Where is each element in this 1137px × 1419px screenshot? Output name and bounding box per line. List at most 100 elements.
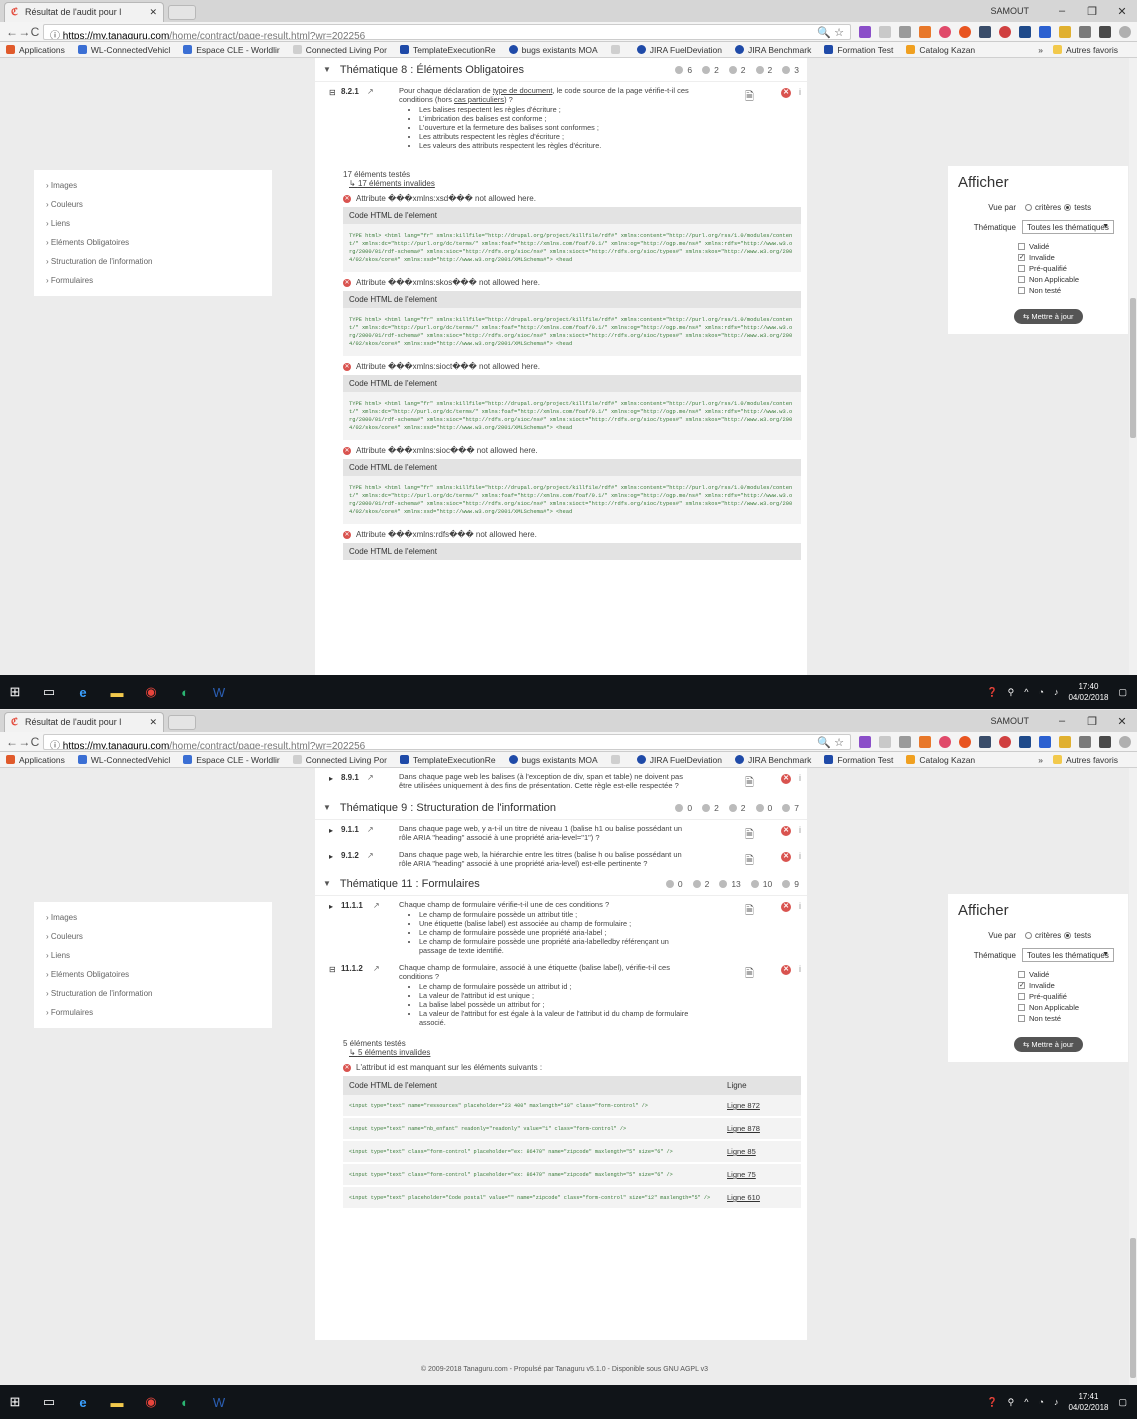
extension-icon[interactable] bbox=[898, 25, 911, 38]
update-button[interactable]: ⇆ Mettre à jour bbox=[1014, 1037, 1083, 1052]
document-icon[interactable]: 🗎 bbox=[745, 88, 754, 107]
bookmark-item[interactable]: bugs existants MOA bbox=[508, 755, 598, 765]
collapse-criterion-icon[interactable]: ⊟ bbox=[329, 965, 336, 974]
nav-item-elements-obligatoires[interactable]: › Eléments Obligatoires bbox=[34, 965, 272, 984]
check-valide[interactable]: Validé bbox=[1018, 242, 1118, 251]
bookmark-item[interactable]: WL-ConnectedVehicl bbox=[77, 45, 170, 55]
bookmark-item[interactable]: Applications bbox=[6, 45, 65, 55]
profile-name[interactable]: SAMOUT bbox=[990, 6, 1029, 16]
radio-criteres[interactable] bbox=[1025, 932, 1032, 939]
bookmark-item[interactable]: WL-ConnectedVehicl bbox=[77, 755, 170, 765]
bookmark-item[interactable]: JIRA Benchmark bbox=[735, 45, 811, 55]
reload-icon[interactable]: C bbox=[31, 735, 43, 749]
extension-icon[interactable] bbox=[958, 25, 971, 38]
url-input[interactable]: ⓘ https://my.tanaguru.com/home/contract/… bbox=[42, 23, 851, 40]
nav-item-structuration[interactable]: › Structuration de l'information bbox=[34, 252, 272, 271]
notifications-icon[interactable]: ▢ bbox=[1118, 687, 1127, 698]
checkbox[interactable] bbox=[1018, 1015, 1025, 1022]
checkbox[interactable] bbox=[1018, 971, 1025, 978]
network-icon[interactable]: ◔ bbox=[1039, 687, 1044, 697]
people-icon[interactable]: ⚲ bbox=[1008, 687, 1015, 698]
bookmark-item[interactable]: Formation Test bbox=[824, 755, 893, 765]
extension-icon[interactable] bbox=[1038, 735, 1051, 748]
check-non-applicable[interactable]: Non Applicable bbox=[1018, 1003, 1118, 1012]
glossary-link[interactable]: type de document bbox=[493, 86, 553, 95]
info-icon[interactable]: ⓘ bbox=[50, 741, 60, 749]
checkbox-checked[interactable]: ✓ bbox=[1018, 254, 1025, 261]
extension-icon[interactable] bbox=[1098, 25, 1111, 38]
line-link[interactable]: Ligne 85 bbox=[721, 1140, 801, 1164]
nav-item-images[interactable]: › Images bbox=[34, 908, 272, 927]
external-link-icon[interactable]: ↗ bbox=[373, 901, 380, 910]
nav-item-elements-obligatoires[interactable]: › Eléments Obligatoires bbox=[34, 233, 272, 252]
checkbox[interactable] bbox=[1018, 276, 1025, 283]
bookmark-item[interactable] bbox=[610, 45, 624, 54]
check-non-teste[interactable]: Non testé bbox=[1018, 1014, 1118, 1023]
nav-item-liens[interactable]: › Liens bbox=[34, 214, 272, 233]
document-icon[interactable]: 🗎 bbox=[745, 902, 754, 921]
tab-close-icon[interactable]: ✕ bbox=[149, 7, 157, 18]
bookmark-item[interactable]: TemplateExecutionRe bbox=[399, 755, 496, 765]
info-icon[interactable]: i bbox=[799, 825, 801, 835]
radio-tests[interactable] bbox=[1064, 204, 1072, 211]
reload-icon[interactable]: C bbox=[31, 25, 43, 39]
document-icon[interactable]: 🗎 bbox=[745, 852, 754, 871]
bookmark-item[interactable]: Catalog Kazan bbox=[906, 755, 975, 765]
theme-9-header[interactable]: ▼ Thématique 9 : Structuration de l'info… bbox=[315, 796, 807, 820]
extension-icon[interactable] bbox=[998, 25, 1011, 38]
clock[interactable]: 17:40 04/02/2018 bbox=[1068, 681, 1108, 703]
checkbox[interactable] bbox=[1018, 243, 1025, 250]
theme-select[interactable]: Toutes les thématiques ▼ bbox=[1022, 220, 1114, 234]
extension-icon[interactable] bbox=[878, 735, 891, 748]
collapse-criterion-icon[interactable]: ⊟ bbox=[329, 88, 336, 97]
update-button[interactable]: ⇆ Mettre à jour bbox=[1014, 309, 1083, 324]
volume-icon[interactable]: ♪ bbox=[1054, 1397, 1059, 1407]
tab-close-icon[interactable]: ✕ bbox=[149, 717, 157, 728]
extension-icon[interactable] bbox=[958, 735, 971, 748]
minimize-icon[interactable]: – bbox=[1047, 5, 1077, 17]
word-icon[interactable]: W bbox=[204, 1385, 234, 1419]
collapse-icon[interactable]: ▼ bbox=[323, 65, 331, 74]
close-window-icon[interactable]: ✕ bbox=[1107, 5, 1137, 18]
check-non-applicable[interactable]: Non Applicable bbox=[1018, 275, 1118, 284]
expand-criterion-icon[interactable]: ▸ bbox=[329, 852, 333, 861]
extension-icon[interactable] bbox=[1038, 25, 1051, 38]
check-prequalifie[interactable]: Pré-qualifié bbox=[1018, 264, 1118, 273]
check-non-teste[interactable]: Non testé bbox=[1018, 286, 1118, 295]
glossary-link[interactable]: cas particuliers bbox=[454, 95, 504, 104]
app-icon[interactable]: ◐ bbox=[170, 1385, 200, 1419]
task-view-icon[interactable]: ▭ bbox=[34, 675, 64, 709]
bookmark-item[interactable]: bugs existants MOA bbox=[508, 45, 598, 55]
other-bookmarks[interactable]: » Autres favoris bbox=[1038, 755, 1118, 765]
extension-icon[interactable] bbox=[1078, 25, 1091, 38]
external-link-icon[interactable]: ↗ bbox=[367, 773, 374, 782]
browser-tab[interactable]: ℭ Résultat de l'audit pour l ✕ bbox=[4, 712, 164, 732]
checkbox[interactable] bbox=[1018, 1004, 1025, 1011]
extension-icon[interactable] bbox=[998, 735, 1011, 748]
maximize-icon[interactable]: ❐ bbox=[1077, 5, 1107, 18]
extension-icon[interactable] bbox=[1058, 735, 1071, 748]
help-icon[interactable]: ❓ bbox=[986, 1397, 997, 1408]
checkbox-checked[interactable]: ✓ bbox=[1018, 982, 1025, 989]
extension-icon[interactable] bbox=[918, 25, 931, 38]
nav-item-formulaires[interactable]: › Formulaires bbox=[34, 271, 272, 290]
bookmark-item[interactable]: Espace CLE - Worldlir bbox=[183, 755, 280, 765]
checkbox[interactable] bbox=[1018, 993, 1025, 1000]
extension-icon[interactable] bbox=[978, 735, 991, 748]
info-icon[interactable]: i bbox=[799, 851, 801, 861]
bookmark-item[interactable]: Connected Living Por bbox=[292, 755, 387, 765]
back-icon[interactable]: ← bbox=[6, 735, 18, 749]
extension-icon[interactable] bbox=[878, 25, 891, 38]
extension-icon[interactable] bbox=[1078, 735, 1091, 748]
minimize-icon[interactable]: – bbox=[1047, 715, 1077, 727]
line-link[interactable]: Ligne 878 bbox=[721, 1117, 801, 1141]
bookmark-item[interactable]: Formation Test bbox=[824, 45, 893, 55]
bookmark-star-icon[interactable]: 🔍 ☆ bbox=[817, 736, 844, 749]
external-link-icon[interactable]: ↗ bbox=[373, 964, 380, 973]
info-icon[interactable]: i bbox=[799, 964, 801, 974]
scrollbar[interactable] bbox=[1129, 58, 1137, 675]
file-explorer-icon[interactable]: ▬ bbox=[102, 675, 132, 709]
extension-icon[interactable] bbox=[938, 735, 951, 748]
other-bookmarks[interactable]: » Autres favoris bbox=[1038, 45, 1118, 55]
bookmark-item[interactable]: Espace CLE - Worldlir bbox=[183, 45, 280, 55]
